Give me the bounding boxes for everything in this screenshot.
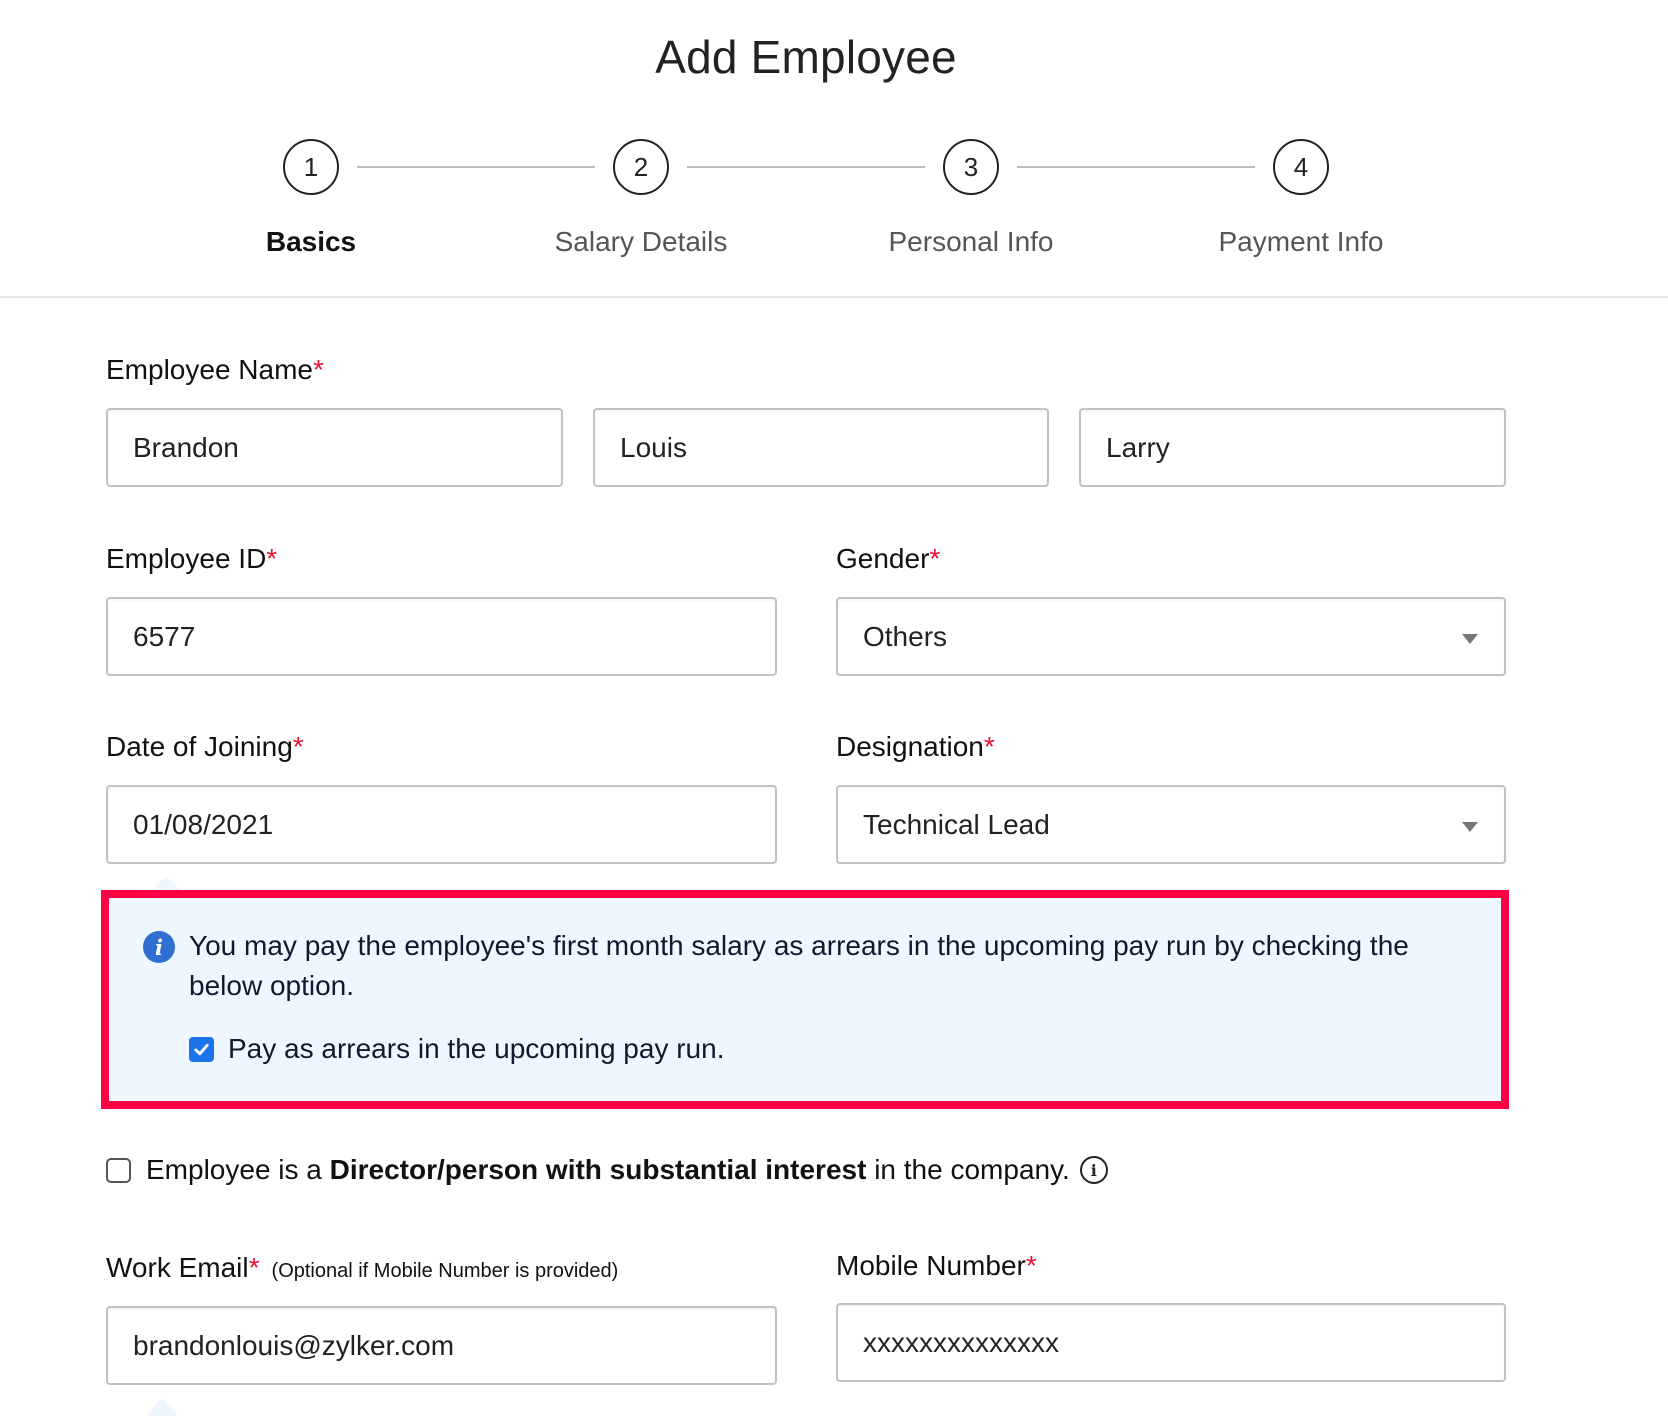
required-mark: * [983,731,995,762]
work-email-input[interactable]: brandonlouis@zylker.com [106,1306,777,1385]
info-outline-icon[interactable]: i [1079,1156,1108,1184]
step-connector [1017,166,1255,168]
required-mark: * [248,1252,260,1283]
chevron-down-icon [1462,634,1478,644]
mobile-number-label: Mobile Number* [836,1250,1037,1282]
date-of-joining-label: Date of Joining* [106,731,304,763]
mobile-number-input[interactable]: xxxxxxxxxxxxxx [836,1303,1506,1382]
info-icon: i [143,931,175,963]
step-label-salary-details[interactable]: Salary Details [491,226,791,258]
pay-arrears-option[interactable]: Pay as arrears in the upcoming pay run. [189,1033,724,1065]
first-name-input[interactable]: Brandon [106,408,563,487]
step-connector [357,166,595,168]
gender-label: Gender* [836,543,940,575]
designation-label: Designation* [836,731,995,763]
step-2-circle[interactable]: 2 [613,139,669,195]
designation-select[interactable]: Technical Lead [836,785,1506,864]
gender-select[interactable]: Others [836,597,1506,676]
employee-id-label: Employee ID* [106,543,277,575]
mobile-number-label-text: Mobile Number [836,1250,1026,1281]
step-3-circle[interactable]: 3 [943,139,999,195]
employee-name-label-text: Employee Name [106,354,313,385]
work-email-label: Work Email* (Optional if Mobile Number is… [106,1252,618,1284]
step-label-basics[interactable]: Basics [161,226,461,258]
required-mark: * [1025,1250,1037,1281]
designation-label-text: Designation [836,731,984,762]
header-divider [0,296,1668,298]
gender-label-text: Gender [836,543,930,574]
required-mark: * [312,354,324,385]
employee-id-label-text: Employee ID [106,543,267,574]
chevron-down-icon [1462,822,1478,832]
work-email-label-text: Work Email [106,1252,249,1283]
employee-name-label: Employee Name* [106,354,324,386]
date-of-joining-input[interactable]: 01/08/2021 [106,785,777,864]
arrears-notice-text: You may pay the employee's first month s… [189,930,1409,1001]
middle-name-input[interactable]: Louis [593,408,1049,487]
step-connector [687,166,925,168]
step-4-circle[interactable]: 4 [1273,139,1329,195]
pay-arrears-checkbox[interactable] [189,1036,214,1062]
required-mark: * [292,731,304,762]
last-name-input[interactable]: Larry [1079,408,1506,487]
checkmark-icon [194,1043,209,1055]
employee-id-input[interactable]: 6577 [106,597,777,676]
date-of-joining-label-text: Date of Joining [106,731,293,762]
work-email-hint: (Optional if Mobile Number is provided) [271,1260,619,1282]
required-mark: * [266,543,278,574]
callout-pointer [146,1398,178,1416]
gender-selected-value: Others [863,620,948,652]
step-label-payment-info[interactable]: Payment Info [1151,226,1451,258]
director-text-bold: Director/person with substantial interes… [329,1154,867,1185]
director-text-after: in the company. [866,1154,1070,1185]
director-checkbox[interactable] [106,1157,131,1183]
director-option: Employee is a Director/person with subst… [106,1154,1108,1186]
required-mark: * [929,543,941,574]
page-title: Add Employee [655,31,957,83]
director-text-before: Employee is a [146,1154,330,1185]
step-1-circle[interactable]: 1 [283,139,339,195]
arrears-notice: i You may pay the employee's first month… [101,890,1509,1109]
step-label-personal-info[interactable]: Personal Info [821,226,1121,258]
pay-arrears-label[interactable]: Pay as arrears in the upcoming pay run. [228,1033,724,1065]
designation-selected-value: Technical Lead [863,808,1050,840]
